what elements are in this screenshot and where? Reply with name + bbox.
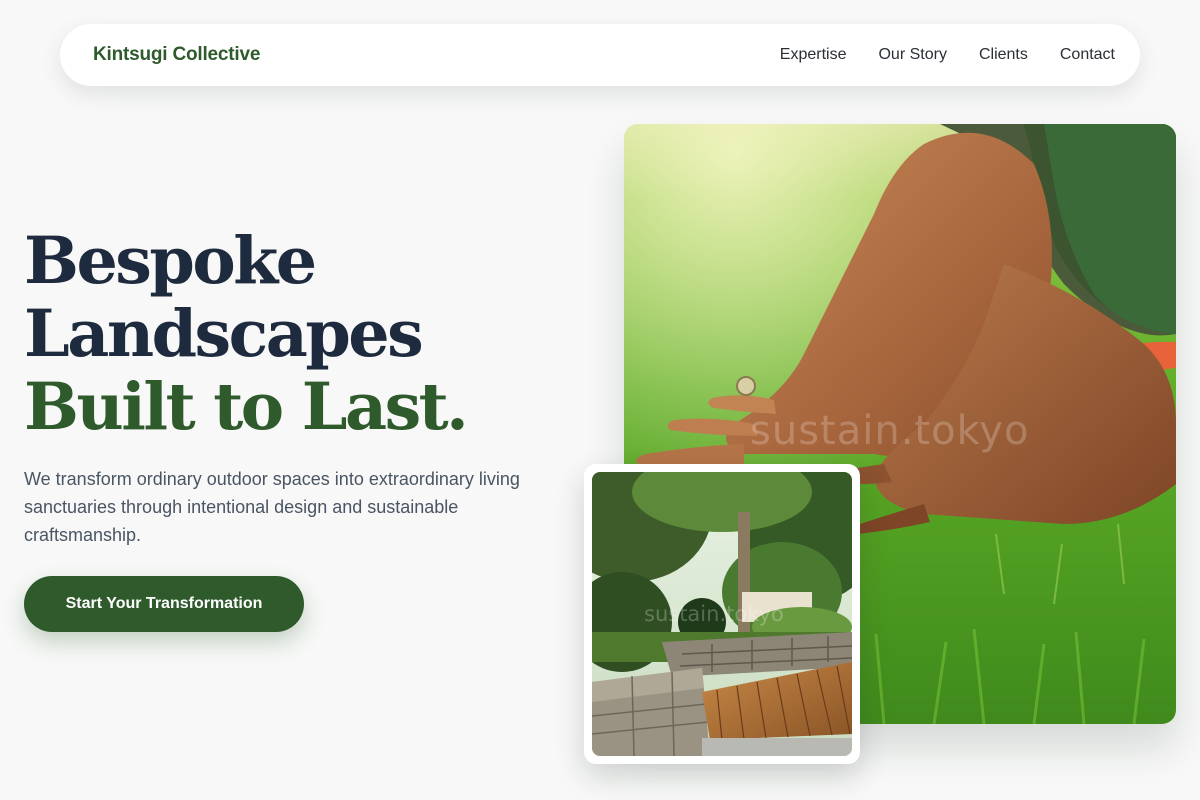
hero-subtext: We transform ordinary outdoor spaces int… <box>24 469 520 545</box>
inset-image-card: sustain.tokyo <box>584 464 860 764</box>
headline-accent: Built to Last. <box>24 369 469 445</box>
hero-headline: Bespoke Landscapes Built to Last. <box>24 225 584 444</box>
brand-logo[interactable]: Kintsugi Collective <box>93 44 260 66</box>
headline-line-1: Bespoke <box>24 223 317 299</box>
start-transformation-button[interactable]: Start Your Transformation <box>24 576 304 632</box>
nav-link-clients[interactable]: Clients <box>979 46 1028 64</box>
nav-link-contact[interactable]: Contact <box>1060 46 1115 64</box>
main-image-watermark: sustain.tokyo <box>750 408 1030 454</box>
inset-image-watermark: sustain.tokyo <box>644 602 784 626</box>
garden-deck-image: sustain.tokyo <box>592 472 852 756</box>
nav-link-our-story[interactable]: Our Story <box>878 46 946 64</box>
top-nav: Kintsugi Collective Expertise Our Story … <box>60 24 1140 86</box>
headline-line-2: Landscapes <box>24 296 424 372</box>
nav-links: Expertise Our Story Clients Contact <box>780 46 1115 64</box>
nav-link-expertise[interactable]: Expertise <box>780 46 847 64</box>
hero-section: Bespoke Landscapes Built to Last. We tra… <box>24 225 584 632</box>
